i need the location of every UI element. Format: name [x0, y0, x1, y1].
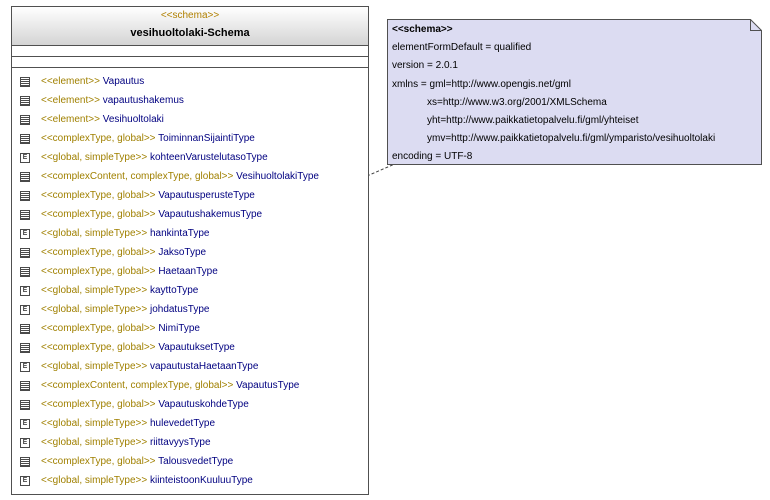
member-name: hankintaType	[149, 228, 210, 239]
member-stereotype: <<complexType, global>>	[41, 342, 156, 353]
member-stereotype: <<element>>	[41, 95, 100, 106]
members-compartment: <<element>> Vapautus <<element>> vapautus…	[12, 68, 368, 491]
member-stereotype: <<complexType, global>>	[41, 190, 156, 201]
member-stereotype: <<complexContent, complexType, global>>	[41, 380, 234, 391]
class-member-row[interactable]: E <<global, simpleType>> hankintaType	[12, 225, 368, 244]
class-member-row[interactable]: E <<global, simpleType>> vapautustaHaetaa…	[12, 358, 368, 377]
member-stereotype: <<complexType, global>>	[41, 247, 156, 258]
member-name: kiinteistoonKuuluuType	[149, 475, 253, 486]
complex-type-icon	[20, 343, 30, 353]
class-member-row[interactable]: E <<global, simpleType>> kohteenVarustelu…	[12, 149, 368, 168]
member-stereotype: <<complexType, global>>	[41, 323, 156, 334]
schema-note[interactable]: <<schema>> elementFormDefault = qualifie…	[387, 19, 762, 165]
schema-class-box[interactable]: <<schema>> vesihuoltolaki-Schema <<eleme…	[11, 6, 369, 495]
complex-type-icon	[20, 457, 30, 467]
member-name: vapautustaHaetaanType	[149, 361, 259, 372]
simple-type-icon: E	[20, 362, 30, 372]
complex-type-icon	[20, 172, 30, 182]
class-member-row[interactable]: <<complexContent, complexType, global>> …	[12, 377, 368, 396]
class-member-row[interactable]: E <<global, simpleType>> kiinteistoonKuul…	[12, 472, 368, 491]
member-stereotype: <<complexContent, complexType, global>>	[41, 171, 234, 182]
member-name: VapautusType	[236, 380, 300, 391]
class-member-row[interactable]: <<complexType, global>> VapautuksetType	[12, 339, 368, 358]
class-member-row[interactable]: <<element>> Vesihuoltolaki	[12, 111, 368, 130]
class-member-row[interactable]: E <<global, simpleType>> riittavyysType	[12, 434, 368, 453]
simple-type-icon: E	[20, 229, 30, 239]
complex-type-icon	[20, 96, 30, 106]
class-member-row[interactable]: <<complexContent, complexType, global>> …	[12, 168, 368, 187]
simple-type-icon: E	[20, 438, 30, 448]
class-header: <<schema>> vesihuoltolaki-Schema	[12, 7, 368, 46]
member-stereotype: <<global, simpleType>>	[41, 228, 148, 239]
class-member-row[interactable]: <<complexType, global>> HaetaanType	[12, 263, 368, 282]
complex-type-icon	[20, 210, 30, 220]
complex-type-icon	[20, 191, 30, 201]
member-name: Vapautus	[102, 76, 145, 87]
member-name: HaetaanType	[158, 266, 218, 277]
class-member-row[interactable]: E <<global, simpleType>> kayttoType	[12, 282, 368, 301]
member-name: Vesihuoltolaki	[102, 114, 164, 125]
member-stereotype: <<complexType, global>>	[41, 456, 156, 467]
member-name: kohteenVarustelutasoType	[149, 152, 268, 163]
member-name: VapautuksetType	[158, 342, 235, 353]
simple-type-icon: E	[20, 286, 30, 296]
complex-type-icon	[20, 77, 30, 87]
simple-type-icon: E	[20, 476, 30, 486]
complex-type-icon	[20, 134, 30, 144]
class-member-row[interactable]: <<complexType, global>> VapautuskohdeTyp…	[12, 396, 368, 415]
member-name: VapautuskohdeType	[158, 399, 249, 410]
member-name: ToiminnanSijaintiType	[158, 133, 255, 144]
member-stereotype: <<global, simpleType>>	[41, 304, 148, 315]
class-member-row[interactable]: E <<global, simpleType>> johdatusType	[12, 301, 368, 320]
member-stereotype: <<complexType, global>>	[41, 266, 156, 277]
member-name: hulevedetType	[149, 418, 216, 429]
member-stereotype: <<global, simpleType>>	[41, 418, 148, 429]
class-member-row[interactable]: <<complexType, global>> JaksoType	[12, 244, 368, 263]
member-name: VapautusperusteType	[158, 190, 255, 201]
member-name: riittavyysType	[149, 437, 211, 448]
class-member-row[interactable]: <<complexType, global>> ToiminnanSijaint…	[12, 130, 368, 149]
member-name: VapautushakemusType	[158, 209, 263, 220]
member-stereotype: <<global, simpleType>>	[41, 361, 148, 372]
complex-type-icon	[20, 115, 30, 125]
simple-type-icon: E	[20, 153, 30, 163]
member-stereotype: <<global, simpleType>>	[41, 152, 148, 163]
member-stereotype: <<global, simpleType>>	[41, 475, 148, 486]
member-name: kayttoType	[149, 285, 199, 296]
class-stereotype: <<schema>>	[160, 10, 220, 21]
member-stereotype: <<global, simpleType>>	[41, 437, 148, 448]
class-member-row[interactable]: <<complexType, global>> VapautusperusteT…	[12, 187, 368, 206]
class-member-row[interactable]: E <<global, simpleType>> hulevedetType	[12, 415, 368, 434]
complex-type-icon	[20, 267, 30, 277]
class-member-row[interactable]: <<complexType, global>> TalousvedetType	[12, 453, 368, 472]
empty-compartment	[12, 57, 368, 68]
member-name: TalousvedetType	[158, 456, 234, 467]
member-stereotype: <<complexType, global>>	[41, 133, 156, 144]
member-stereotype: <<complexType, global>>	[41, 209, 156, 220]
member-name: vapautushakemus	[102, 95, 184, 106]
member-stereotype: <<global, simpleType>>	[41, 285, 148, 296]
simple-type-icon: E	[20, 305, 30, 315]
complex-type-icon	[20, 400, 30, 410]
class-member-row[interactable]: <<complexType, global>> NimiType	[12, 320, 368, 339]
member-stereotype: <<element>>	[41, 76, 100, 87]
class-member-row[interactable]: <<element>> vapautushakemus	[12, 92, 368, 111]
member-name: JaksoType	[158, 247, 207, 258]
class-member-row[interactable]: <<complexType, global>> VapautushakemusT…	[12, 206, 368, 225]
complex-type-icon	[20, 248, 30, 258]
member-stereotype: <<complexType, global>>	[41, 399, 156, 410]
member-name: VesihuoltolakiType	[236, 171, 319, 182]
class-title: vesihuoltolaki-Schema	[130, 27, 250, 39]
complex-type-icon	[20, 324, 30, 334]
member-name: NimiType	[158, 323, 200, 334]
attributes-compartment	[12, 46, 368, 57]
member-stereotype: <<element>>	[41, 114, 100, 125]
member-name: johdatusType	[149, 304, 210, 315]
class-member-row[interactable]: <<element>> Vapautus	[12, 73, 368, 92]
complex-type-icon	[20, 381, 30, 391]
simple-type-icon: E	[20, 419, 30, 429]
